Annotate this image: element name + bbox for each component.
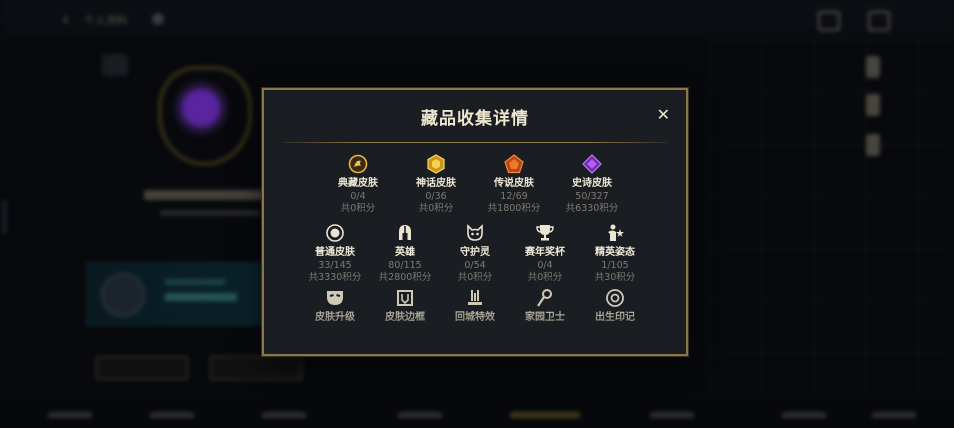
category-name: 守护灵 bbox=[460, 247, 490, 258]
category-name: 皮肤升级 bbox=[315, 312, 355, 323]
category-points: 共30积分 bbox=[594, 272, 636, 283]
category-skin-frame[interactable]: 皮肤边框 bbox=[372, 288, 438, 324]
category-name: 普通皮肤 bbox=[315, 247, 355, 258]
recall-effect-icon bbox=[465, 288, 485, 308]
divider bbox=[284, 142, 666, 143]
category-name: 皮肤边框 bbox=[385, 312, 425, 323]
dialog-title: 藏品收集详情 bbox=[421, 109, 529, 129]
category-name: 传说皮肤 bbox=[494, 178, 534, 189]
category-points: 共1800积分 bbox=[487, 203, 541, 214]
category-name: 家园卫士 bbox=[525, 312, 565, 323]
category-name: 典藏皮肤 bbox=[338, 178, 378, 189]
category-guardian-spirit[interactable]: 守护灵 0/54 共0积分 bbox=[442, 223, 508, 284]
skin-frame-icon bbox=[395, 288, 415, 308]
common-skin-icon bbox=[325, 223, 345, 243]
category-count: 33/145 bbox=[318, 260, 352, 271]
category-season-trophy[interactable]: 赛年奖杯 0/4 共0积分 bbox=[512, 223, 578, 284]
category-name: 英雄 bbox=[395, 247, 415, 258]
elite-pose-icon bbox=[605, 223, 625, 243]
category-elite-pose[interactable]: 精英姿态 1/105 共30积分 bbox=[582, 223, 648, 284]
home-guard-icon bbox=[535, 288, 555, 308]
category-legend-skin[interactable]: 传说皮肤 12/69 共1800积分 bbox=[481, 154, 547, 215]
category-count: 80/115 bbox=[388, 260, 422, 271]
category-points: 共0积分 bbox=[340, 203, 376, 214]
mythic-gem-icon bbox=[426, 154, 446, 174]
category-points: 共6330积分 bbox=[565, 203, 619, 214]
category-points: 共0积分 bbox=[527, 272, 563, 283]
category-count: 0/36 bbox=[425, 191, 447, 202]
category-points: 共0积分 bbox=[457, 272, 493, 283]
category-count: 50/327 bbox=[575, 191, 609, 202]
category-home-guard[interactable]: 家园卫士 bbox=[512, 288, 578, 324]
category-skin-upgrade[interactable]: 皮肤升级 bbox=[302, 288, 368, 324]
category-common-skin[interactable]: 普通皮肤 33/145 共3330积分 bbox=[302, 223, 368, 284]
category-points: 共3330积分 bbox=[308, 272, 362, 283]
legend-gem-icon bbox=[504, 154, 524, 174]
epic-gem-icon bbox=[582, 154, 602, 174]
category-name: 赛年奖杯 bbox=[525, 247, 565, 258]
guardian-spirit-icon bbox=[465, 223, 485, 243]
trophy-icon bbox=[535, 223, 555, 243]
category-recall-effect[interactable]: 回城特效 bbox=[442, 288, 508, 324]
category-birth-mark[interactable]: 出生印记 bbox=[582, 288, 648, 324]
category-count: 1/105 bbox=[601, 260, 629, 271]
category-count: 0/4 bbox=[350, 191, 366, 202]
category-epic-skin[interactable]: 史诗皮肤 50/327 共6330积分 bbox=[559, 154, 625, 215]
category-name: 精英姿态 bbox=[595, 247, 635, 258]
skin-upgrade-mask-icon bbox=[325, 288, 345, 308]
category-points: 共2800积分 bbox=[378, 272, 432, 283]
category-count: 12/69 bbox=[500, 191, 528, 202]
close-icon[interactable]: ✕ bbox=[657, 106, 670, 124]
legendary-collection-icon bbox=[348, 154, 368, 174]
category-count: 0/54 bbox=[464, 260, 486, 271]
category-name: 史诗皮肤 bbox=[572, 178, 612, 189]
category-name: 回城特效 bbox=[455, 312, 495, 323]
category-mythic-skin[interactable]: 神话皮肤 0/36 共0积分 bbox=[403, 154, 469, 215]
collection-details-dialog: 藏品收集详情 ✕ 典藏皮肤 0/4 共0积分 神话皮肤 0/36 共0积分 传说… bbox=[262, 88, 688, 356]
category-legendary-collection-skin[interactable]: 典藏皮肤 0/4 共0积分 bbox=[325, 154, 391, 215]
category-count: 0/4 bbox=[537, 260, 553, 271]
category-name: 出生印记 bbox=[595, 312, 635, 323]
category-name: 神话皮肤 bbox=[416, 178, 456, 189]
birth-mark-icon bbox=[605, 288, 625, 308]
category-hero[interactable]: 英雄 80/115 共2800积分 bbox=[372, 223, 438, 284]
category-points: 共0积分 bbox=[418, 203, 454, 214]
helmet-icon bbox=[395, 223, 415, 243]
